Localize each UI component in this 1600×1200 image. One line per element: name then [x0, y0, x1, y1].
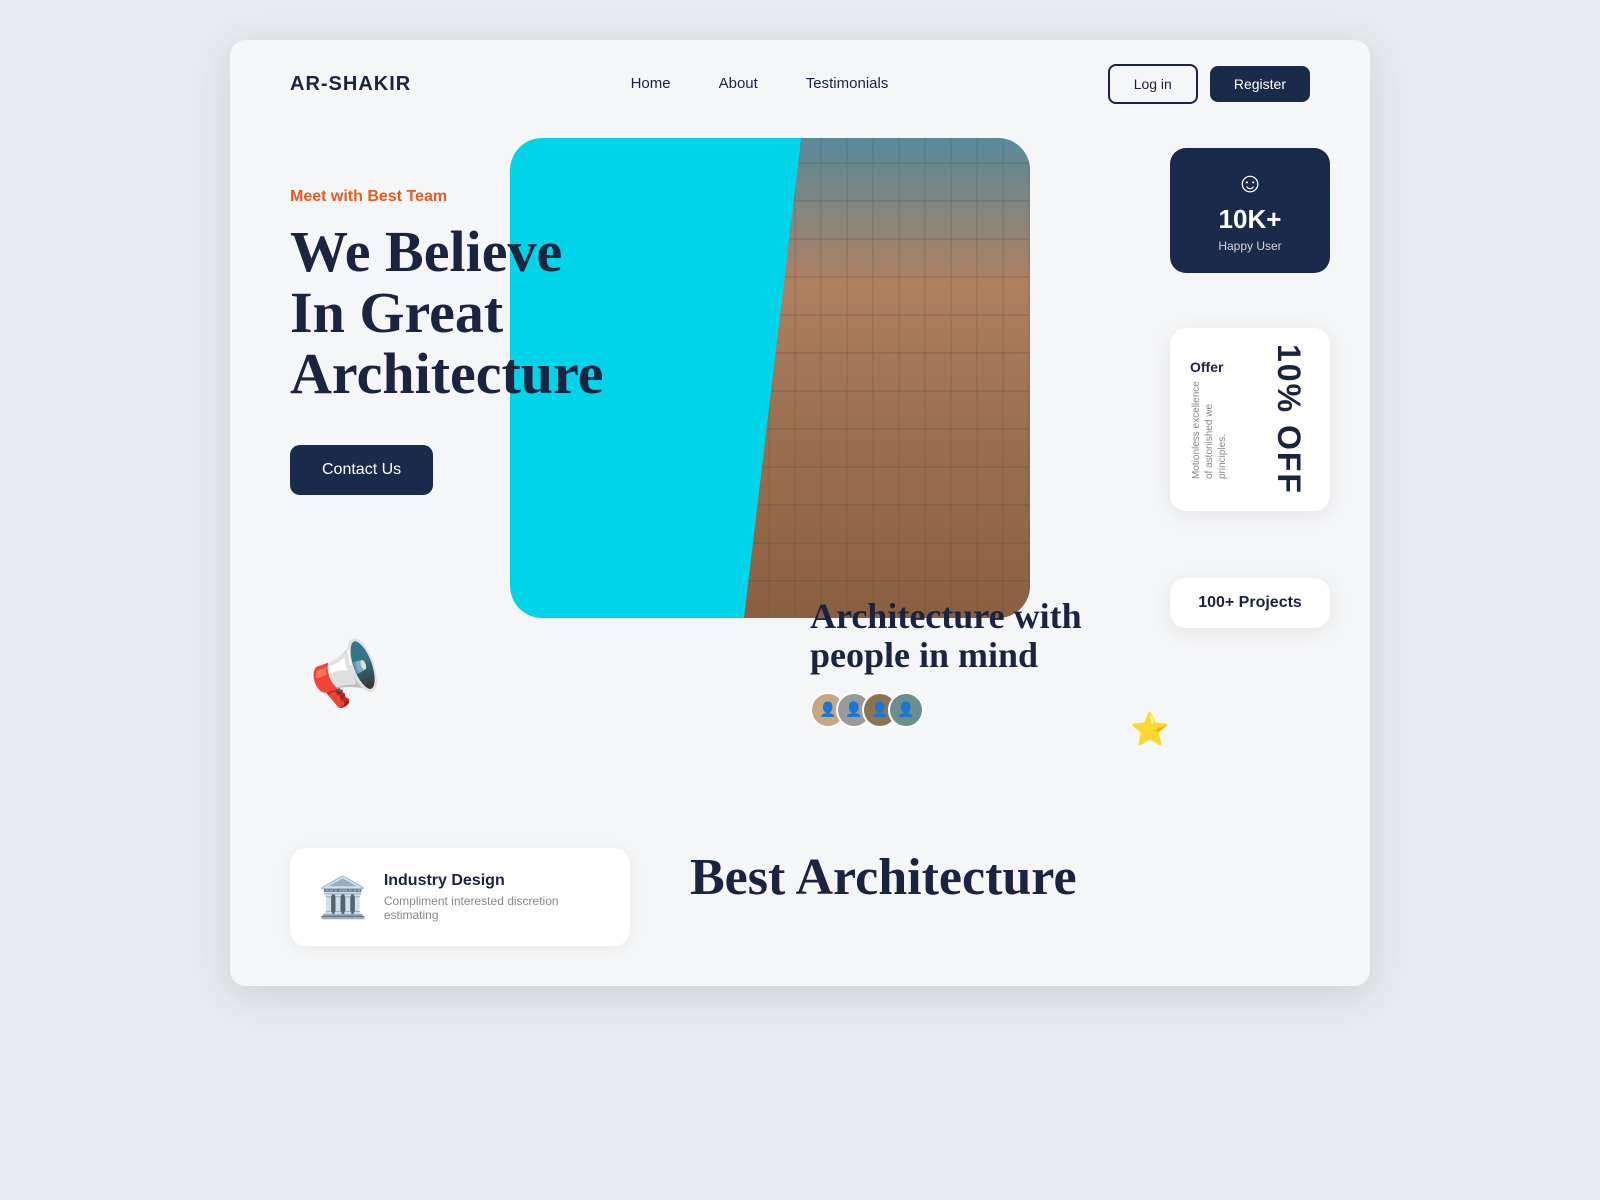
projects-card: 100+ Projects	[1170, 578, 1330, 628]
star-badge: ⭐	[1130, 710, 1170, 748]
hero-text: Meet with Best Team We Believe In Great …	[290, 148, 710, 495]
bottom-section: 🏛️ Industry Design Compliment interested…	[230, 808, 1370, 986]
projects-count: 100+ Projects	[1194, 594, 1306, 612]
hero-subtitle: Meet with Best Team	[290, 188, 710, 206]
register-button[interactable]: Register	[1210, 66, 1310, 102]
contact-button[interactable]: Contact Us	[290, 445, 433, 495]
team-avatars: 👤 👤 👤 👤	[810, 692, 1150, 728]
offer-card: Offer Motionless excellence of astonishe…	[1170, 328, 1330, 511]
nav-testimonials[interactable]: Testimonials	[806, 75, 889, 92]
hero-section: Meet with Best Team We Believe In Great …	[230, 128, 1370, 808]
nav-links: Home About Testimonials	[631, 75, 889, 93]
happy-users-card: ☺ 10K+ Happy User	[1170, 148, 1330, 273]
happy-users-label: Happy User	[1194, 239, 1306, 253]
navbar: AR-SHAKIR Home About Testimonials Log in…	[230, 40, 1370, 128]
browser-window: AR-SHAKIR Home About Testimonials Log in…	[230, 40, 1370, 986]
industry-card: 🏛️ Industry Design Compliment interested…	[290, 848, 630, 946]
hero-overlay-text: Architecture with people in mind 👤 👤 👤 👤	[810, 597, 1150, 728]
nav-home[interactable]: Home	[631, 75, 671, 92]
industry-text: Industry Design Compliment interested di…	[384, 872, 602, 922]
login-button[interactable]: Log in	[1108, 64, 1198, 104]
offer-percent: 10% OFF	[1268, 344, 1310, 495]
nav-actions: Log in Register	[1108, 64, 1310, 104]
megaphone-icon: 📢	[301, 632, 389, 718]
brand-logo: AR-SHAKIR	[290, 73, 411, 96]
overlay-title: Architecture with people in mind	[810, 597, 1150, 676]
building-icon: 🏛️	[318, 874, 368, 921]
avatar-4: 👤	[888, 692, 924, 728]
smiley-icon: ☺	[1194, 168, 1306, 200]
offer-description: Motionless excellence of astonished we p…	[1190, 379, 1229, 479]
offer-text-col: Offer Motionless excellence of astonishe…	[1190, 359, 1260, 479]
industry-title: Industry Design	[384, 872, 602, 890]
nav-about[interactable]: About	[719, 75, 758, 92]
best-arch-title: Best Architecture	[690, 848, 1077, 907]
industry-desc: Compliment interested discretion estimat…	[384, 894, 602, 922]
happy-users-count: 10K+	[1194, 204, 1306, 235]
best-arch-section: Best Architecture	[690, 848, 1077, 907]
offer-label: Offer	[1190, 359, 1260, 375]
hero-title: We Believe In Great Architecture	[290, 222, 710, 405]
